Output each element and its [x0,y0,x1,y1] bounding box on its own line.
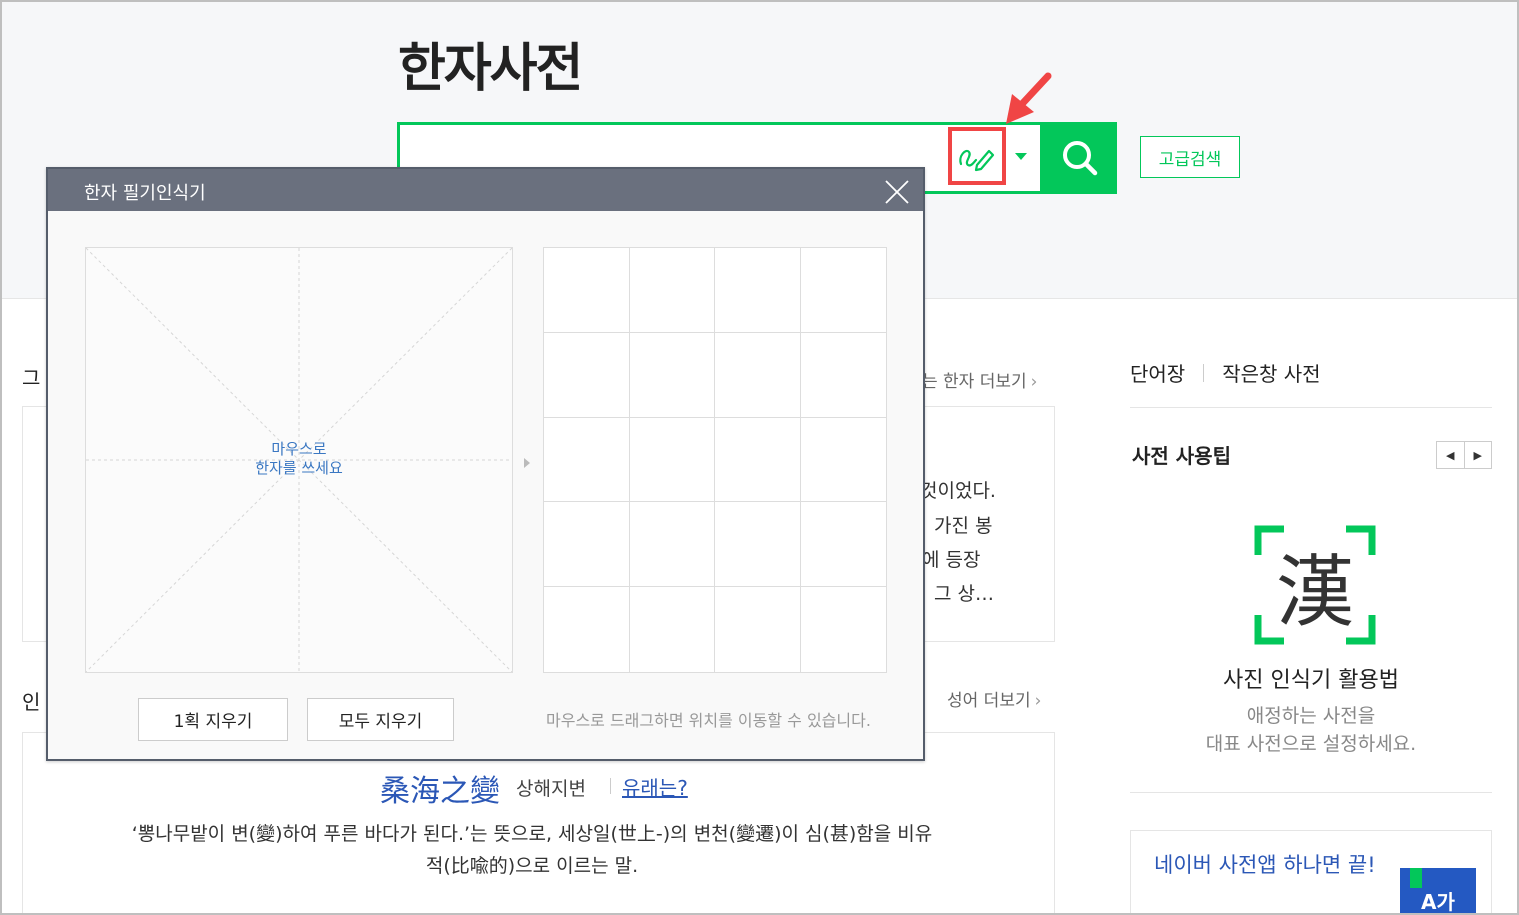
wordbook-link[interactable]: 단어장 [1130,358,1185,387]
candidate-cell[interactable] [544,502,630,588]
candidate-cell[interactable] [629,248,715,333]
clear-all-button[interactable]: 모두 지우기 [307,698,454,741]
idiom-description-line: ‘뽕나무밭이 변(變)하여 푸른 바다가 된다.’는 뜻으로, 세상일(世上-)… [131,823,933,845]
popup-header[interactable]: 한자 필기인식기 [48,169,923,211]
more-hanja-label: 는 한자 더보기 [922,372,1027,392]
tip-title: 사전 사용팁 [1132,444,1231,468]
candidate-cell[interactable] [715,587,801,672]
idiom-hanja[interactable]: 桑海之變 [380,766,500,810]
candidate-cell[interactable] [629,332,715,418]
chevron-right-icon: › [1034,691,1042,711]
bookmark-icon [1410,868,1422,888]
candidate-cell[interactable] [715,332,801,418]
chevron-right-icon[interactable]: ▶ [1463,442,1492,468]
candidate-cell[interactable] [544,587,630,672]
tip-pager: ◀ ▶ [1436,441,1492,469]
candidate-cell[interactable] [629,417,715,503]
popup-title: 한자 필기인식기 [84,183,206,204]
candidate-cell[interactable] [630,587,715,672]
more-hanja-link[interactable]: 는 한자 더보기 › [922,367,1037,392]
app-icon-label: A가 [1421,890,1455,914]
drag-hint: 마우스로 드래그하면 위치를 이동할 수 있습니다. [546,711,871,730]
handwriting-popup: 한자 필기인식기 마우스로 한자를 쓰세요 1획 지우기 모두 지우기 마우스로… [46,167,925,761]
canvas-hint-line: 마우스로 [271,440,327,458]
tip-description: 애정하는 사전을 대표 사전으로 설정하세요. [1130,702,1492,758]
divider [1203,363,1205,382]
search-button[interactable] [1042,122,1117,194]
clear-one-stroke-button[interactable]: 1획 지우기 [138,698,288,741]
candidate-cell[interactable] [715,417,801,503]
advanced-search-button[interactable]: 고급검색 [1140,136,1240,178]
idiom-description: ‘뽕나무밭이 변(變)하여 푸른 바다가 된다.’는 뜻으로, 세상일(世上-)… [32,818,1032,882]
chevron-right-icon: › [1030,372,1038,392]
arrow-annotation-icon [1006,72,1052,124]
candidate-cell[interactable] [800,333,886,418]
tip-description-line: 애정하는 사전을 [1246,705,1376,727]
handwriting-canvas[interactable]: 마우스로 한자를 쓰세요 [85,247,513,673]
canvas-hint: 마우스로 한자를 쓰세요 [86,440,512,478]
handwriting-button[interactable] [948,127,1006,185]
idiom-reading: 상해지변 [516,778,586,800]
candidate-grid [543,247,887,673]
search-mode-dropdown[interactable] [1010,142,1032,172]
card-text-line: 것이었다. [920,480,996,502]
candidate-cell[interactable] [544,248,630,333]
card-text-line: 에 등장 [922,549,981,571]
candidate-cell[interactable] [800,248,886,333]
card-text-line: 그 상… [934,583,994,605]
app-promo-text[interactable]: 네이버 사전앱 하나면 끝! [1154,850,1384,880]
divider [1130,407,1492,408]
search-icon [1062,141,1097,176]
caret-down-icon [1015,153,1027,160]
section-title-partial: 그 [22,366,41,390]
divider [610,778,611,794]
idiom-origin-link[interactable]: 유래는? [622,772,688,801]
tip-description-line: 대표 사전으로 설정하세요. [1205,733,1417,755]
section-title-partial: 인 [22,690,41,714]
mini-dictionary-link[interactable]: 작은창 사전 [1222,358,1320,387]
tip-subtitle[interactable]: 사진 인식기 활용법 [1130,662,1492,694]
candidate-cell[interactable] [544,332,630,418]
hanja-scan-char: 漢 [1275,548,1354,638]
close-icon[interactable] [885,180,909,204]
candidate-cell[interactable] [715,248,801,333]
more-idiom-link[interactable]: 성어 더보기 › [947,686,1041,711]
candidate-cell[interactable] [629,502,715,588]
chevron-left-icon[interactable]: ◀ [1437,442,1464,468]
divider [1130,792,1492,793]
more-idiom-label: 성어 더보기 [947,691,1031,711]
pen-icon [959,149,995,172]
utility-links: 단어장 작은창 사전 [1130,358,1321,387]
dictionary-app-icon: A가 [1400,868,1476,914]
candidate-cell[interactable] [715,502,801,588]
card-text-line: 가진 봉 [934,515,993,537]
canvas-hint-line: 한자를 쓰세요 [255,459,343,477]
chevron-right-icon [524,458,530,468]
site-logo[interactable]: 한자사전 [398,26,583,101]
page-frame: 한자사전 고급검색 그 는 한자 더보기 › 것이었다. 가진 봉 에 등장 그 … [0,0,1519,915]
candidate-cell[interactable] [800,418,886,503]
candidate-cell[interactable] [801,587,887,672]
candidate-cell[interactable] [544,417,630,503]
candidate-cell[interactable] [800,502,886,588]
idiom-description-line: 적(比喩的)으로 이르는 말. [425,855,639,877]
